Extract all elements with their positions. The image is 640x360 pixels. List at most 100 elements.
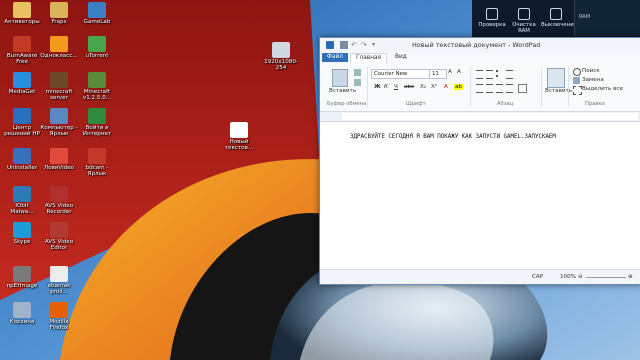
app-icon [50, 186, 68, 202]
subscript-button[interactable]: X₂ [420, 84, 426, 90]
zoom-out-button[interactable]: ⊖ [578, 274, 583, 280]
grow-font-button[interactable]: A [448, 69, 452, 75]
desktop-icon[interactable]: Активаторы [3, 2, 41, 25]
desktop-icon-label: Войти в Интернет [82, 125, 112, 138]
bullets-icon[interactable] [496, 70, 505, 77]
desktop-icon[interactable]: Skype [3, 222, 41, 245]
desktop-icon[interactable]: minecraft server [40, 72, 78, 101]
desktop-icon[interactable]: Uninstaller [3, 148, 41, 171]
select-all-icon[interactable] [573, 86, 582, 95]
font-name-combo[interactable]: Courier New [371, 69, 430, 79]
power-icon [486, 8, 498, 20]
app-icon [13, 186, 31, 202]
ruler[interactable] [320, 112, 640, 122]
select-all-button[interactable]: Выделить все [582, 86, 623, 92]
replace-button[interactable]: Замена [582, 77, 604, 83]
app-icon [13, 302, 31, 318]
desktop-icon[interactable]: BurnAware Free [3, 36, 41, 65]
text-color-button[interactable]: A [444, 84, 448, 90]
zoom-in-button[interactable]: ⊕ [628, 274, 633, 280]
wordpad-app-icon[interactable] [326, 41, 334, 49]
check-gadget[interactable]: Проверка [477, 6, 507, 28]
desktop-icon[interactable]: AVS Video Editor [40, 222, 78, 251]
desktop-icon-label: ЛовиVideo [43, 165, 75, 171]
increase-indent-icon[interactable] [486, 70, 493, 79]
desktop-icon[interactable]: uTorrent [78, 36, 116, 59]
desktop-icon[interactable]: Центр решений HP [3, 108, 41, 137]
desktop-icon[interactable]: Mozilla Firefox [40, 302, 78, 331]
copy-icon[interactable] [354, 79, 361, 86]
app-icon [50, 302, 68, 318]
clipboard-group-label: Буфер обмена [327, 101, 367, 107]
find-button[interactable]: Поиск [582, 68, 600, 74]
align-left-icon[interactable] [476, 84, 483, 93]
insert-picture-icon[interactable] [547, 68, 565, 88]
font-size-combo[interactable]: 11 [429, 69, 447, 79]
desktop-icon[interactable]: Однокласс... [40, 36, 78, 59]
app-icon [88, 108, 106, 124]
desktop-icon-label: Skype [13, 239, 31, 245]
tab-file[interactable]: Файл [322, 53, 349, 62]
desktop-icon[interactable]: npEHmage [3, 266, 41, 289]
cut-icon[interactable] [354, 69, 361, 76]
status-bar: САР 100% ⊖ ⊕ [320, 269, 640, 284]
desktop-icon[interactable]: Войти в Интернет [78, 108, 116, 137]
tab-view[interactable]: Вид [390, 53, 412, 62]
undo-icon[interactable]: ↶ [351, 41, 359, 49]
zoom-slider[interactable] [586, 277, 626, 278]
divider [568, 67, 569, 107]
ram-clean-gadget[interactable]: Очистка RAM [509, 6, 539, 34]
chip-icon [518, 8, 530, 20]
title-bar[interactable]: ↶ ↷ ▾ Новый текстовый документ - WordPad [320, 38, 640, 53]
bold-button[interactable]: Ж [374, 84, 381, 90]
desktop-icon[interactable]: ЛовиVideo [40, 148, 78, 171]
align-right-icon[interactable] [496, 84, 503, 93]
quick-access-dropdown-icon[interactable]: ▾ [372, 41, 380, 49]
desktop-icon[interactable]: GameLab [78, 2, 116, 25]
document-area[interactable]: ЗДРАСВУЙТЕ СЕГОДНЯ Я ВАМ ПОКАЖУ КАК ЗАПУ… [320, 122, 640, 268]
desktop-icon[interactable]: MediaGet [3, 72, 41, 95]
paste-icon[interactable] [332, 69, 348, 87]
desktop-icon[interactable]: Корзина [3, 302, 41, 325]
redo-icon[interactable]: ↷ [361, 41, 369, 49]
app-icon [13, 2, 31, 18]
save-icon[interactable] [340, 41, 348, 49]
app-icon [88, 36, 106, 52]
desktop-icon[interactable]: bdcam - Ярлык [78, 148, 116, 177]
desktop-icon[interactable]: ebantak proii... [40, 266, 78, 295]
shrink-font-button[interactable]: A [457, 69, 461, 75]
line-spacing-icon[interactable] [506, 70, 513, 79]
desktop-icon-label: IObit Malwa... [10, 203, 34, 216]
superscript-button[interactable]: X² [431, 84, 437, 90]
desktop-icon[interactable]: Компьютер - Ярлык [40, 108, 78, 137]
desktop-icon-label: Центр решений HP [4, 125, 40, 138]
desktop-icon[interactable]: 1920x1080-254 [262, 42, 300, 71]
italic-button[interactable]: К [384, 84, 388, 90]
tab-home[interactable]: Главная [350, 53, 388, 63]
desktop-icon[interactable]: AVS Video Recorder [40, 186, 78, 215]
desktop-icon[interactable]: Fraps [40, 2, 78, 25]
desktop-icon-label: Minecraft v1.2.5.0... [82, 89, 112, 102]
desktop-icon-label: ebantak proii... [47, 283, 71, 296]
highlight-button[interactable]: ab [454, 84, 463, 90]
desktop-icon-label: Uninstaller [6, 165, 38, 171]
shutdown-gadget[interactable]: Выключение [541, 6, 577, 28]
paste-button[interactable]: Вставить [329, 88, 356, 94]
underline-button[interactable]: Ч [394, 84, 398, 90]
app-icon [50, 222, 68, 238]
desktop-icon[interactable]: Minecraft v1.2.5.0... [78, 72, 116, 101]
find-icon[interactable] [573, 68, 581, 76]
align-center-icon[interactable] [486, 84, 493, 93]
replace-icon[interactable] [573, 77, 580, 84]
desktop-icon[interactable]: IObit Malwa... [3, 186, 41, 215]
decrease-indent-icon[interactable] [476, 70, 483, 79]
desktop-icon-label: Mozilla Firefox [49, 319, 69, 332]
ribbon: Вставить Буфер обмена Courier New 11 A A… [320, 63, 640, 112]
divider [470, 67, 471, 107]
desktop-icon[interactable]: Новый текстов... [220, 122, 258, 151]
document-text[interactable]: ЗДРАСВУЙТЕ СЕГОДНЯ Я ВАМ ПОКАЖУ КАК ЗАПУ… [350, 134, 556, 140]
strikethrough-button[interactable]: abc [404, 84, 414, 90]
paragraph-settings-icon[interactable] [518, 84, 527, 93]
justify-icon[interactable] [506, 84, 513, 93]
app-icon [272, 42, 290, 58]
